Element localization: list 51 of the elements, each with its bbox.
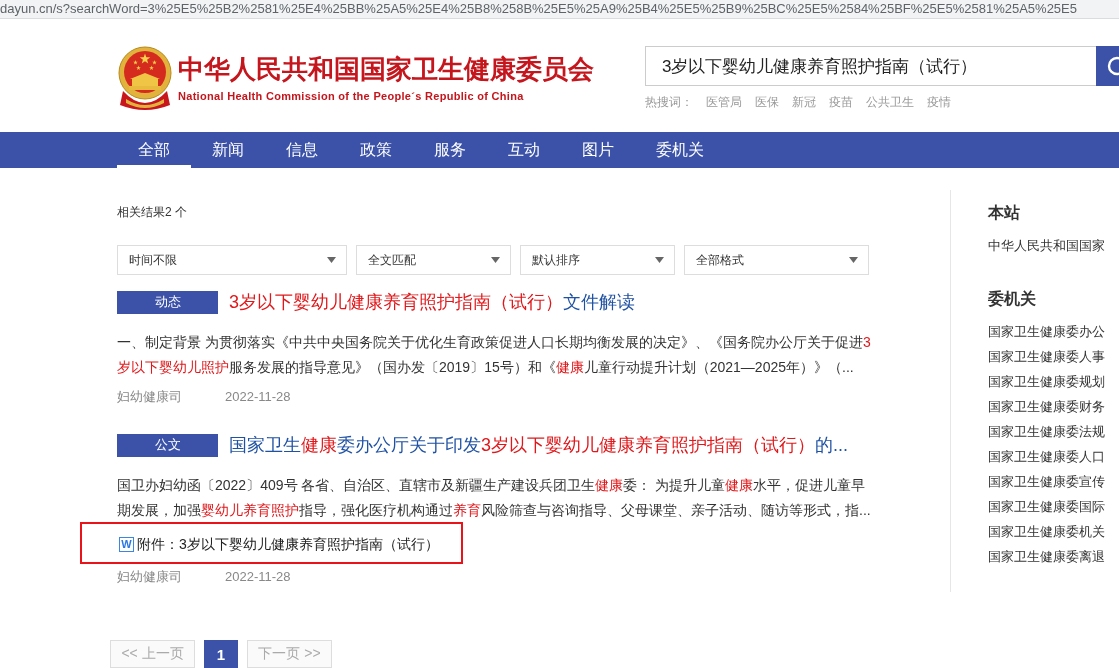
- result-date: 2022-11-28: [225, 568, 291, 586]
- emblem-icon: [118, 45, 172, 110]
- sidebar-link[interactable]: 国家卫生健康委机关: [988, 522, 1119, 542]
- result-title-link[interactable]: 3岁以下婴幼儿健康养育照护指南（试行）文件解读: [229, 290, 635, 314]
- sidebar-link[interactable]: 国家卫生健康委法规: [988, 422, 1119, 442]
- nav-tab[interactable]: 信息: [265, 132, 339, 168]
- filter-dropdown[interactable]: 全部格式: [684, 245, 869, 275]
- nav-tab[interactable]: 全部: [117, 132, 191, 168]
- nav-tab[interactable]: 政策: [339, 132, 413, 168]
- nav-tab[interactable]: 服务: [413, 132, 487, 168]
- result-snippet: 国卫办妇幼函〔2022〕409号 各省、自治区、直辖市及新疆生产建设兵团卫生健康委： 为提升儿童健康水平，促进儿童早期发展，加强婴幼儿养育照护指导，强化医疗机构通过养育风险筛查与咨询指导、父母课堂、亲子活动、随访等形式，指...: [117, 476, 872, 520]
- sidebar-link[interactable]: 国家卫生健康委办公: [988, 322, 1119, 342]
- sidebar-link[interactable]: 国家卫生健康委财务: [988, 397, 1119, 417]
- sidebar-link[interactable]: 国家卫生健康委离退: [988, 547, 1119, 567]
- result-source: 妇幼健康司: [117, 388, 182, 406]
- result-count: 相关结果2 个: [117, 204, 188, 221]
- filter-dropdown[interactable]: 默认排序: [520, 245, 675, 275]
- address-bar[interactable]: dayun.cn/s?searchWord=3%25E5%25B2%2581%25E4%25BB%25A5%25E4%25B8%258B%25E5%25A9%25B4%25E5%25B9%25BC%25E5%2584%25BF%25E5%2581%25A5%25E5: [0, 0, 1119, 19]
- filter-dropdown[interactable]: 全文匹配: [356, 245, 511, 275]
- caret-icon: [327, 257, 336, 263]
- sidebar-link[interactable]: 国家卫生健康委宣传: [988, 472, 1119, 492]
- word-file-icon: W: [119, 536, 134, 552]
- caret-icon: [655, 257, 664, 263]
- search-icon: [1107, 55, 1119, 77]
- category-tag: 动态: [117, 290, 218, 314]
- sidebar-link[interactable]: 国家卫生健康委人口: [988, 447, 1119, 467]
- hot-words-label: 热搜词：: [645, 95, 693, 109]
- filter-dropdown[interactable]: 时间不限: [117, 245, 347, 275]
- site-title: 中华人民共和国国家卫生健康委员会: [178, 54, 594, 84]
- sidebar-link[interactable]: 中华人民共和国国家: [988, 236, 1119, 256]
- nav-tab[interactable]: 图片: [561, 132, 635, 168]
- result-title-link[interactable]: 国家卫生健康委办公厅关于印发3岁以下婴幼儿健康养育照护指南（试行）的...: [229, 433, 849, 457]
- nav-tab[interactable]: 新闻: [191, 132, 265, 168]
- attachment-link[interactable]: W 附件：3岁以下婴幼儿健康养育照护指南（试行）: [117, 534, 439, 554]
- search-button[interactable]: [1096, 46, 1119, 86]
- nav-tab[interactable]: 互动: [487, 132, 561, 168]
- result-date: 2022-11-28: [225, 388, 291, 406]
- result-source: 妇幼健康司: [117, 568, 182, 586]
- caret-icon: [849, 257, 858, 263]
- sidebar-link[interactable]: 国家卫生健康委国际: [988, 497, 1119, 517]
- category-tag: 公文: [117, 433, 218, 457]
- page-number-button[interactable]: 1: [204, 640, 238, 668]
- search-field[interactable]: 3岁以下婴幼儿健康养育照护指南（试行）: [645, 46, 1096, 86]
- sidebar-link[interactable]: 国家卫生健康委规划: [988, 372, 1119, 392]
- sidebar-heading: 本站: [988, 203, 1021, 223]
- nav-tab[interactable]: 委机关: [635, 132, 725, 168]
- result-snippet: 一、制定背景 为贯彻落实《中共中央国务院关于优化生育政策促进人口长期均衡发展的决定》、《国务院办公厅关于促进3岁以下婴幼儿照护服务发展的指导意见》（国办发〔2019〕15号）和《健康儿童行动提升计划（2021—2025年）》（...: [117, 333, 872, 377]
- sidebar-link[interactable]: 国家卫生健康委人事: [988, 347, 1119, 367]
- site-subtitle: National Health Commission of the People´s Republic of China: [178, 89, 525, 103]
- sidebar-heading: 委机关: [988, 289, 1037, 309]
- caret-icon: [491, 257, 500, 263]
